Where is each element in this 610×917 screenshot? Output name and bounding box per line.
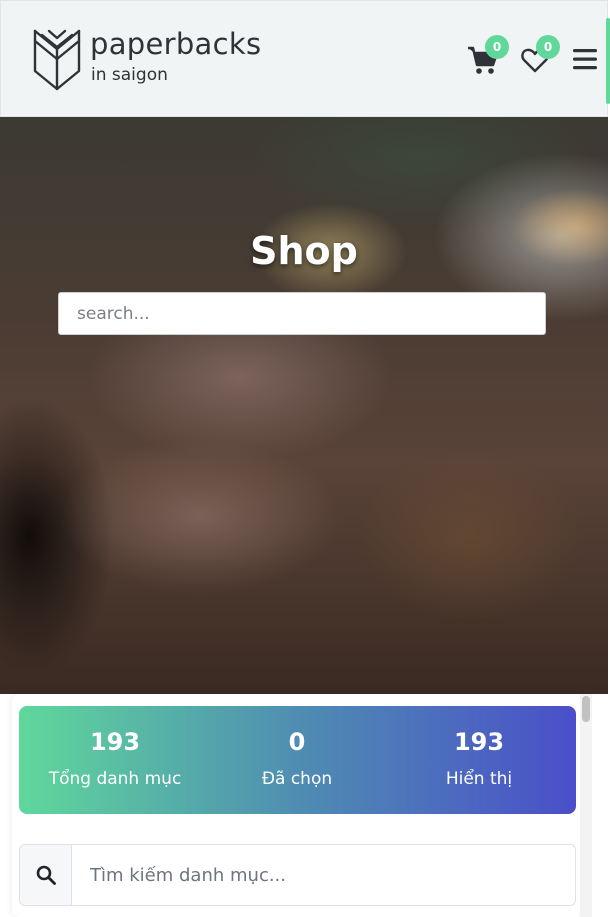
stat-total-categories: 193 Tổng danh mục [24, 706, 206, 814]
site-header: paperbacks in saigon 0 0 [0, 0, 608, 117]
wishlist-count-badge: 0 [536, 35, 560, 59]
shop-search-input[interactable] [58, 292, 546, 335]
stat-label: Hiển thị [445, 769, 513, 789]
scrollbar-track[interactable] [580, 694, 592, 917]
stat-value: 193 [89, 728, 141, 756]
category-search-input[interactable] [72, 845, 572, 905]
scrollbar-thumb[interactable] [582, 696, 590, 722]
stats-banner: 193 Tổng danh mục 0 Đã chọn 193 Hiển thị [19, 706, 576, 814]
category-panel: 193 Tổng danh mục 0 Đã chọn 193 Hiển thị [0, 694, 608, 917]
page-title: Shop [250, 229, 358, 273]
book-logo-icon [33, 29, 81, 91]
logo-title: paperbacks [90, 27, 262, 61]
stat-label: Đã chọn [261, 769, 333, 789]
stat-displayed: 193 Hiển thị [388, 706, 570, 814]
stat-value: 193 [453, 728, 505, 756]
cart-count-badge: 0 [485, 35, 509, 59]
menu-icon [573, 49, 597, 70]
stat-label: Tổng danh mục [48, 769, 182, 789]
category-search [19, 844, 576, 906]
hero-banner: Shop [0, 117, 608, 694]
search-icon [36, 865, 56, 885]
menu-button[interactable] [573, 47, 597, 71]
header-accent-bar [606, 18, 610, 104]
stat-value: 0 [288, 728, 306, 756]
site-logo[interactable]: paperbacks in saigon [33, 27, 273, 91]
category-search-button[interactable] [20, 845, 72, 905]
logo-subtitle: in saigon [91, 65, 168, 85]
stat-selected: 0 Đã chọn [206, 706, 388, 814]
